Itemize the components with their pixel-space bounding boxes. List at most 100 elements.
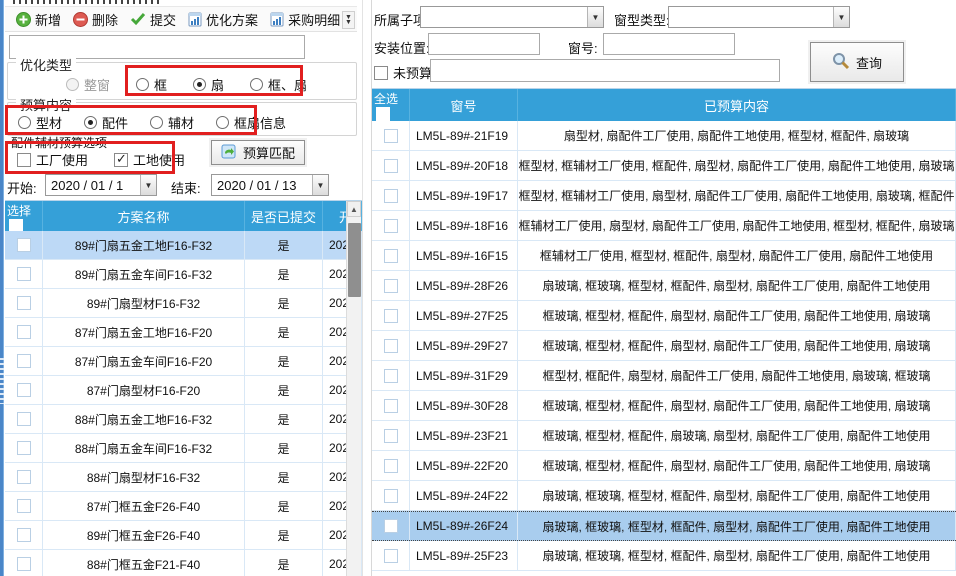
window-row[interactable]: LM5L-89#-30F28框玻璃, 框型材, 框配件, 扇型材, 扇配件工厂使… (372, 391, 956, 421)
window-row[interactable]: LM5L-89#-18F16框辅材工厂使用, 扇型材, 扇配件工厂使用, 扇配件… (372, 211, 956, 241)
row-checkbox[interactable] (17, 296, 31, 310)
check-icon (130, 12, 146, 26)
plan-row[interactable]: 89#门框五金F26-F40是2020/0 (5, 521, 362, 550)
window-row[interactable]: LM5L-89#-20F18框型材, 框辅材工厂使用, 框配件, 扇型材, 扇配… (372, 151, 956, 181)
plans-table-scrollbar[interactable]: ▲ (346, 201, 361, 576)
row-checkbox[interactable] (384, 459, 398, 473)
row-select-cell (372, 151, 410, 180)
budget-content-group: 预算内容 型材 配件 辅材 框扇信息 (7, 102, 357, 136)
checkbox-option-factory-use[interactable]: 工厂使用 (17, 150, 88, 169)
row-checkbox[interactable] (17, 441, 31, 455)
row-checkbox[interactable] (384, 369, 398, 383)
radio-option-frame-sash[interactable]: 框、扇 (250, 75, 307, 94)
row-checkbox[interactable] (384, 399, 398, 413)
strip-drag-handle[interactable] (0, 358, 4, 404)
radio-option-auxiliary[interactable]: 辅材 (150, 113, 194, 132)
plan-row[interactable]: 89#门扇五金车间F16-F32是2020/0 (5, 260, 362, 289)
window-row[interactable]: LM5L-89#-22F20框玻璃, 框型材, 框配件, 扇型材, 扇配件工厂使… (372, 451, 956, 481)
clipped-text-strip (13, 0, 163, 4)
plan-row[interactable]: 88#门扇型材F16-F32是2020/0 (5, 463, 362, 492)
row-checkbox[interactable] (384, 219, 398, 233)
row-checkbox[interactable] (17, 354, 31, 368)
window-no-input[interactable] (603, 33, 735, 55)
radio-option-frame-sash-info[interactable]: 框扇信息 (216, 113, 286, 132)
row-checkbox[interactable] (384, 129, 398, 143)
scrollbar-thumb[interactable] (348, 223, 361, 297)
row-checkbox[interactable] (17, 557, 31, 571)
optimize-plan-button[interactable]: 优化方案 (183, 7, 265, 32)
radio-option-frame[interactable]: 框 (136, 75, 167, 94)
row-checkbox[interactable] (17, 412, 31, 426)
add-button[interactable]: 新增 (11, 7, 68, 32)
window-row[interactable]: LM5L-89#-26F24扇玻璃, 框玻璃, 框型材, 框配件, 扇型材, 扇… (372, 511, 956, 541)
window-row[interactable]: LM5L-89#-23F21框玻璃, 框型材, 框配件, 扇玻璃, 扇型材, 扇… (372, 421, 956, 451)
row-checkbox[interactable] (384, 279, 398, 293)
docked-panel-strip[interactable] (0, 0, 4, 576)
window-row[interactable]: LM5L-89#-28F26扇玻璃, 框玻璃, 框型材, 框配件, 扇型材, 扇… (372, 271, 956, 301)
radio-option-profile[interactable]: 型材 (18, 113, 62, 132)
row-select-cell (372, 241, 410, 270)
plan-row[interactable]: 87#门框五金F26-F40是2020/0 (5, 492, 362, 521)
no-budget-checkbox-option[interactable]: 未预算: (374, 63, 436, 82)
row-checkbox[interactable] (17, 470, 31, 484)
no-budget-input[interactable] (430, 59, 780, 82)
window-row[interactable]: LM5L-89#-31F29框型材, 框配件, 扇型材, 扇配件工厂使用, 扇配… (372, 361, 956, 391)
plan-row[interactable]: 89#门扇型材F16-F32是2020/0 (5, 289, 362, 318)
row-checkbox[interactable] (384, 339, 398, 353)
radio-option-sash[interactable]: 扇 (193, 75, 224, 94)
select-all-checkbox[interactable] (376, 107, 390, 121)
submit-button[interactable]: 提交 (125, 7, 183, 32)
plan-row[interactable]: 87#门扇型材F16-F20是2020/0 (5, 376, 362, 405)
plan-submitted-cell: 是 (245, 550, 323, 576)
row-checkbox[interactable] (17, 267, 31, 281)
plan-row[interactable]: 87#门扇五金工地F16-F20是2020/0 (5, 318, 362, 347)
window-row[interactable]: LM5L-89#-19F17框型材, 框辅材工厂使用, 扇型材, 扇配件工厂使用… (372, 181, 956, 211)
window-row[interactable]: LM5L-89#-24F22扇玻璃, 框玻璃, 框型材, 框配件, 扇型材, 扇… (372, 481, 956, 511)
row-checkbox[interactable] (384, 489, 398, 503)
window-row[interactable]: LM5L-89#-21F19扇型材, 扇配件工厂使用, 扇配件工地使用, 框型材… (372, 121, 956, 151)
plan-submitted-cell: 是 (245, 434, 323, 462)
delete-button[interactable]: 删除 (68, 7, 125, 32)
chevron-down-icon[interactable]: ▼ (587, 7, 603, 27)
row-checkbox[interactable] (384, 309, 398, 323)
row-checkbox[interactable] (384, 519, 398, 533)
end-date-picker[interactable]: 2020 / 01 / 13 ▼ (211, 174, 329, 196)
plan-row[interactable]: 88#门框五金F21-F40是2020/0 (5, 550, 362, 576)
install-position-input[interactable] (428, 33, 540, 55)
budget-match-button[interactable]: 预算匹配 (211, 140, 305, 165)
select-all-checkbox[interactable] (9, 219, 23, 231)
row-checkbox[interactable] (384, 159, 398, 173)
window-type-combobox[interactable]: ▼ (668, 6, 850, 28)
row-checkbox[interactable] (17, 383, 31, 397)
row-checkbox[interactable] (17, 325, 31, 339)
header-label: 全选 (374, 90, 398, 107)
row-checkbox[interactable] (384, 549, 398, 563)
checkbox-option-site-use[interactable]: 工地使用 (114, 150, 185, 169)
plan-row[interactable]: 87#门扇五金车间F16-F20是2020/0 (5, 347, 362, 376)
window-row[interactable]: LM5L-89#-29F27框玻璃, 框型材, 框配件, 扇型材, 扇配件工厂使… (372, 331, 956, 361)
sub-item-combobox[interactable]: ▼ (420, 6, 604, 28)
radio-option-accessory[interactable]: 配件 (84, 113, 128, 132)
row-checkbox[interactable] (384, 189, 398, 203)
chevron-down-icon[interactable]: ▼ (833, 7, 849, 27)
scroll-up-arrow[interactable]: ▲ (347, 201, 361, 217)
row-checkbox[interactable] (17, 238, 31, 252)
query-button[interactable]: 查询 (810, 42, 904, 82)
window-no-cell: LM5L-89#-23F21 (410, 421, 518, 450)
plan-row[interactable]: 88#门扇五金车间F16-F32是2020/0 (5, 434, 362, 463)
window-row[interactable]: LM5L-89#-16F15框辅材工厂使用, 框型材, 框配件, 扇型材, 扇配… (372, 241, 956, 271)
plan-row[interactable]: 88#门扇五金工地F16-F32是2020/0 (5, 405, 362, 434)
window-row[interactable]: LM5L-89#-27F25框玻璃, 框型材, 框配件, 扇型材, 扇配件工厂使… (372, 301, 956, 331)
chevron-down-icon[interactable]: ▼ (312, 175, 328, 195)
start-date-picker[interactable]: 2020 / 01 / 1 ▼ (45, 174, 157, 196)
panel-splitter[interactable] (362, 0, 372, 576)
window-row[interactable]: LM5L-89#-25F23扇玻璃, 框玻璃, 框型材, 框配件, 扇型材, 扇… (372, 541, 956, 571)
row-select-cell (5, 376, 43, 404)
row-checkbox[interactable] (17, 528, 31, 542)
row-checkbox[interactable] (384, 429, 398, 443)
chevron-down-icon[interactable]: ▼ (140, 175, 156, 195)
row-checkbox[interactable] (384, 249, 398, 263)
row-checkbox[interactable] (17, 499, 31, 513)
plan-row[interactable]: 89#门扇五金工地F16-F32是2020/0 (5, 231, 362, 260)
toolbar-overflow-button[interactable]: ▼▼ (342, 11, 355, 29)
